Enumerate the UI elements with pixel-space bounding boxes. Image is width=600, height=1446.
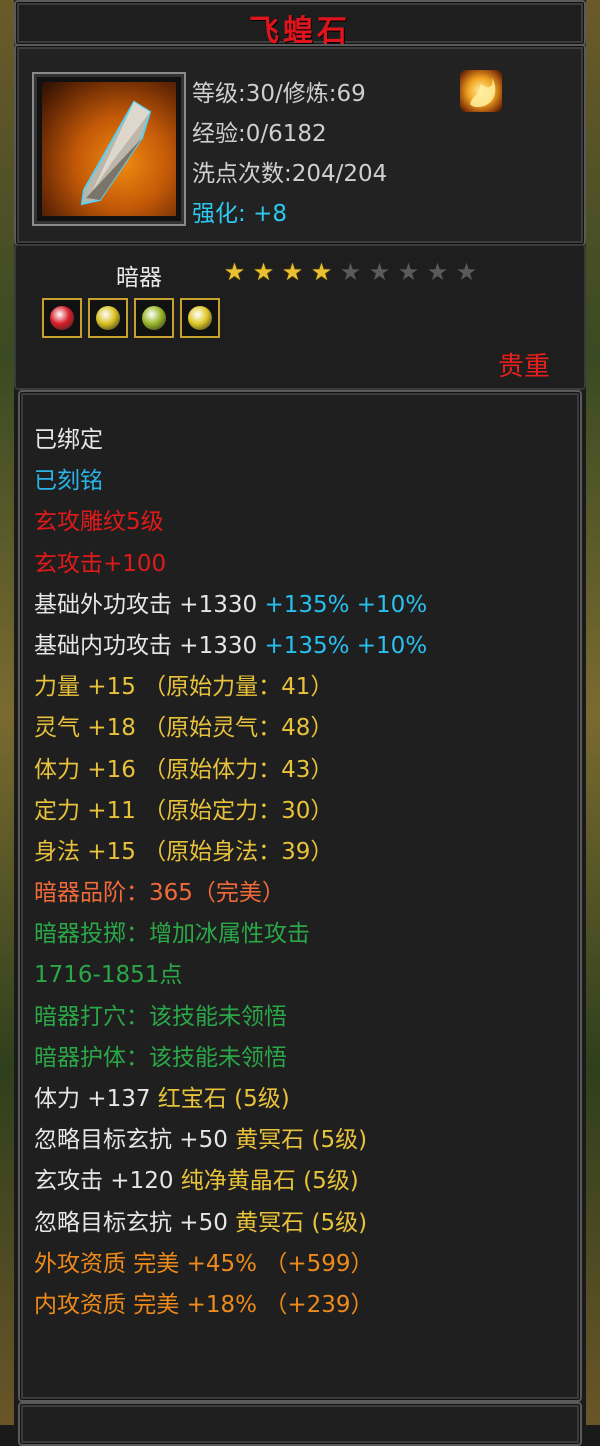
attribute-text: 力量 +15 （原始力量：41） — [34, 674, 334, 701]
attribute-text: 黄冥石 (5级) — [235, 1209, 368, 1236]
attribute-text: 纯净黄晶石 (5级) — [180, 1168, 359, 1195]
attribute-line: 外攻资质 完美 +45% （+599） — [34, 1244, 427, 1285]
attribute-text: 玄攻击+100 — [34, 550, 167, 577]
attribute-text: 灵气 +18 （原始灵气：48） — [34, 715, 334, 742]
attribute-text: 外攻资质 完美 +45% （+599） — [34, 1250, 374, 1277]
gem-slot[interactable] — [180, 298, 220, 338]
attribute-text: 忽略目标玄抗 +50 — [34, 1209, 236, 1236]
title-bar: 飞蝗石 — [14, 0, 586, 49]
star-filled-icon: ★ — [252, 258, 275, 286]
attribute-line: 忽略目标玄抗 +50 黄冥石 (5级) — [34, 1120, 427, 1161]
attribute-line: 身法 +15 （原始身法：39） — [34, 832, 427, 873]
flame-skill-icon[interactable] — [460, 70, 502, 112]
attribute-text: +135% +10% — [264, 591, 428, 618]
exp-text: 经验:0/6182 — [192, 121, 327, 147]
grade-label: 贵重 — [497, 352, 550, 382]
star-empty-icon: ★ — [368, 258, 391, 286]
attribute-text: +135% +10% — [264, 632, 428, 659]
attribute-text: 黄冥石 (5级) — [235, 1127, 368, 1154]
right-border-decoration — [586, 0, 600, 1425]
attribute-line: 暗器品阶：365（完美） — [34, 873, 427, 914]
attribute-text: 忽略目标玄抗 +50 — [34, 1127, 236, 1154]
item-icon-frame[interactable] — [32, 72, 186, 226]
star-filled-icon: ★ — [223, 258, 246, 286]
star-filled-icon: ★ — [310, 258, 333, 286]
attribute-text: 红宝石 (5级) — [157, 1086, 290, 1112]
attributes-panel: 已绑定已刻铭玄攻雕纹5级 玄攻击+100 基础外功攻击 +1330 +135% +1… — [18, 390, 582, 1402]
bottom-bar — [18, 1402, 582, 1446]
attribute-text: 已刻铭 — [34, 468, 103, 495]
attribute-text: 身法 +15 （原始身法：39） — [34, 838, 334, 865]
star-filled-icon: ★ — [281, 258, 304, 286]
attribute-text: 内攻资质 完美 +18% （+239） — [34, 1291, 374, 1318]
attribute-text: 基础内功攻击 +1330 — [34, 632, 265, 659]
attribute-line: 暗器投掷：增加冰属性攻击 — [34, 914, 427, 955]
wash-count-text: 洗点次数:204/204 — [192, 161, 388, 187]
strengthen-label: 强化: — [192, 201, 246, 227]
attribute-line: 玄攻击 +120 纯净黄晶石 (5级) — [34, 1161, 427, 1202]
attribute-line: 暗器护体：该技能未领悟 — [34, 1038, 427, 1079]
gem-slots — [42, 298, 220, 338]
attribute-line: 已绑定 — [34, 420, 427, 461]
attribute-text: 已绑定 — [34, 427, 103, 453]
attribute-list: 已绑定已刻铭玄攻雕纹5级 玄攻击+100 基础外功攻击 +1330 +135% +1… — [34, 420, 427, 1326]
attribute-text: 暗器打穴：该技能未领悟 — [34, 1003, 287, 1030]
gem-slot[interactable] — [88, 298, 128, 338]
star-empty-icon: ★ — [397, 258, 420, 286]
attribute-text: 体力 +137 — [34, 1086, 158, 1112]
red-gem-icon — [50, 306, 74, 330]
attribute-text: 玄攻雕纹5级 — [34, 509, 164, 536]
item-info-panel: 等级:30/修炼:69 经验:0/6182 洗点次数:204/204 强化: +… — [14, 44, 586, 246]
star-empty-icon: ★ — [455, 258, 478, 286]
attribute-line: 内攻资质 完美 +18% （+239） — [34, 1285, 427, 1326]
attribute-text: 暗器护体：该技能未领悟 — [34, 1044, 287, 1071]
attribute-line: 暗器打穴：该技能未领悟 — [34, 997, 427, 1038]
attribute-line: 灵气 +18 （原始灵气：48） — [34, 708, 427, 749]
attribute-line: 体力 +16 （原始体力：43） — [34, 750, 427, 791]
yellow-gem-icon — [188, 306, 212, 330]
gem-slot[interactable] — [134, 298, 174, 338]
level-text: 等级:30/修炼:69 — [192, 81, 366, 107]
green-yellow-gem-icon — [142, 306, 166, 330]
yellow-gem-icon — [96, 306, 120, 330]
attribute-text: 暗器投掷：增加冰属性攻击 — [34, 921, 310, 948]
attribute-text: 暗器品阶：365（完美） — [34, 880, 285, 907]
item-type-label: 暗器 — [116, 265, 162, 291]
left-border-decoration — [0, 0, 14, 1425]
attribute-text: 1716-1851点 — [34, 962, 183, 989]
attribute-line: 已刻铭 — [34, 461, 427, 502]
star-empty-icon: ★ — [339, 258, 362, 286]
type-rating-panel: 暗器 ★ ★ ★ ★ ★ ★ ★ ★ ★ 贵重 — [14, 244, 586, 390]
attribute-text: 玄攻击 +120 — [34, 1168, 181, 1195]
attribute-text: 体力 +16 （原始体力：43） — [34, 756, 334, 783]
gem-slot[interactable] — [42, 298, 82, 338]
attribute-line: 1716-1851点 — [34, 955, 427, 996]
attribute-line: 基础外功攻击 +1330 +135% +10% — [34, 585, 427, 626]
attribute-text: 定力 +11 （原始定力：30） — [34, 797, 334, 824]
star-empty-icon: ★ — [426, 258, 449, 286]
attribute-line: 力量 +15 （原始力量：41） — [34, 667, 427, 708]
strengthen-text: 强化: +8 — [192, 194, 287, 228]
attribute-line: 基础内功攻击 +1330 +135% +10% — [34, 626, 427, 667]
attribute-line: 忽略目标玄抗 +50 黄冥石 (5级) — [34, 1203, 427, 1244]
throwing-stone-icon — [42, 82, 176, 216]
star-rating: ★ ★ ★ ★ ★ ★ ★ ★ ★ — [222, 260, 479, 284]
attribute-line: 玄攻击+100 — [34, 544, 427, 585]
attribute-line: 体力 +137 红宝石 (5级) — [34, 1079, 427, 1120]
attribute-line: 玄攻雕纹5级 — [34, 502, 427, 543]
strengthen-value: +8 — [253, 201, 287, 227]
attribute-text: 基础外功攻击 +1330 — [34, 591, 265, 618]
attribute-line: 定力 +11 （原始定力：30） — [34, 791, 427, 832]
